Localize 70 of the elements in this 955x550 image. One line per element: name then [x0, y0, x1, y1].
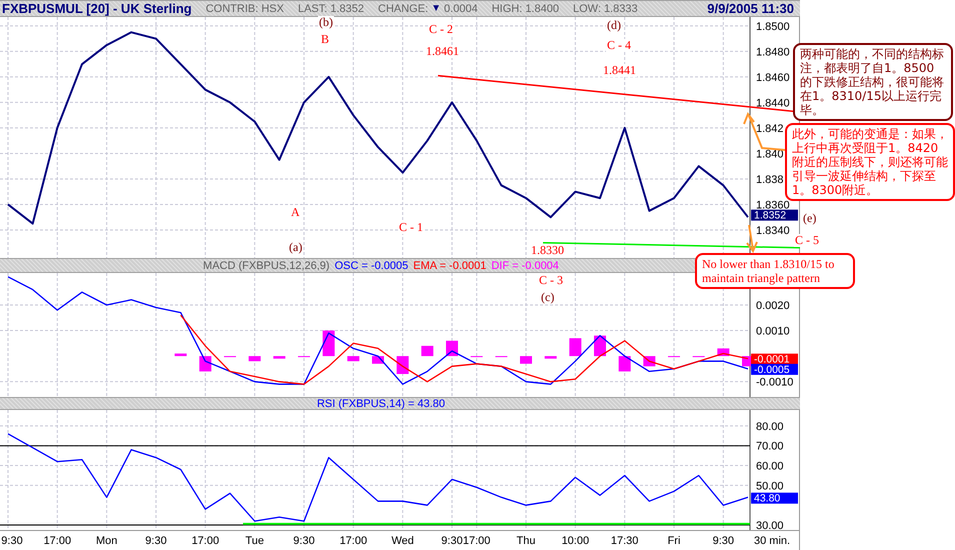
axis-label: 0.0010 [756, 326, 790, 338]
value-tag: -0.0001 [751, 354, 798, 366]
indicator-reading: EMA = -0.0001 [413, 260, 486, 272]
high-price: HIGH: 1.8400 [492, 2, 559, 14]
value-tag: 43.80 [751, 492, 798, 505]
wave-label: (c) [540, 291, 556, 304]
wave-label: (b) [318, 16, 334, 29]
axis-label: Wed [391, 535, 414, 547]
wave-label: 1.8441 [602, 64, 637, 77]
axis-label: 1.840 [756, 148, 784, 160]
axis-label: Fri [668, 535, 680, 547]
axis-label: 30.00 [756, 520, 784, 532]
axis-label: 17:00 [44, 535, 72, 547]
wave-label: 1.8330 [530, 244, 565, 257]
indicator-reading: OSC = -0.0005 [334, 260, 408, 272]
axis-label: -0.0010 [756, 376, 794, 389]
axis-label: 0.0020 [756, 300, 790, 312]
axis-label: 17:00 [340, 535, 368, 547]
axis-label: 1.8460 [756, 72, 790, 84]
axis-label: Tue [245, 535, 264, 547]
indicator-reading: DIF = -0.0004 [491, 260, 559, 272]
wave-label: C - 5 [794, 234, 820, 247]
axis-label: 9:30 [293, 535, 315, 547]
value-tag: -0.0005 [751, 364, 798, 376]
axis-label: 1.8500 [756, 20, 790, 33]
axis-label: 1.8440 [756, 97, 790, 110]
axis-label: 17:00 [192, 535, 220, 547]
axis-label: 9:30 [1, 535, 23, 547]
axis-label: 9:30 [712, 535, 734, 547]
contrib-text: CONTRIB: HSX [206, 2, 284, 14]
axis-label: 30 min. [754, 535, 790, 547]
wave-label: 1.8461 [425, 45, 460, 58]
low-price: LOW: 1.8333 [572, 2, 638, 14]
wave-label: (a) [288, 241, 304, 254]
last-price: LAST: 1.8352 [298, 2, 364, 14]
axis-label: 60.00 [756, 460, 784, 473]
annotation-callout: 两种可能的，不同的结构标注，都表明了自1。8500的下跌修正结构，很可能将在1。8310/15以上运行完毕。 [793, 43, 953, 121]
change-value: 0.0004 [444, 2, 478, 14]
annotation-callout: 此外，可能的变通是：如果，上行中再次受阻于1。8420附近的压制线下，则还将可能引导一波延伸结构，下探至1。8300附近。 [785, 123, 955, 201]
axis-label: 1.8480 [756, 46, 790, 58]
axis-label: 9:30 [145, 535, 167, 547]
axis-label: 9:30 [441, 535, 463, 547]
axis-label: Mon [96, 535, 118, 547]
axis-label: 1.8360 [756, 199, 790, 212]
annotation-callout: No lower than 1.8310/15 to maintain triangle pattern [695, 253, 855, 289]
wave-label: C - 4 [606, 39, 632, 52]
change-label: CHANGE: [378, 2, 428, 14]
axis-label: Thu [516, 535, 536, 547]
wave-label: B [320, 33, 330, 46]
value-tag: 1.8352 [751, 210, 798, 222]
axis-label: 70.00 [756, 440, 784, 453]
axis-label: 10:00 [562, 535, 590, 547]
axis-label: 17:30 [610, 535, 638, 547]
chart-title: FXBPUSMUL [20] - UK Sterling [2, 1, 192, 16]
wave-label: A [290, 206, 301, 219]
axis-label: 50.00 [756, 480, 784, 492]
axis-label: 1.842 [756, 122, 784, 135]
wave-label: (d) [606, 19, 622, 32]
wave-label: C - 1 [398, 221, 424, 234]
wave-label: (e) [802, 212, 818, 225]
date-time: 9/9/2005 11:30 [707, 1, 794, 16]
indicator-title: RSI (FXBPUS,14) = 43.80 [316, 398, 446, 410]
wave-label: C - 2 [428, 23, 454, 36]
axis-label: 17:00 [462, 535, 490, 547]
axis-label: 1.8340 [756, 224, 790, 237]
axis-label: 1.838 [756, 174, 784, 186]
indicator-title: MACD (FXBPUS,12,26,9) [203, 260, 330, 272]
down-arrow-icon: ▼ [431, 3, 442, 14]
wave-label: C - 3 [538, 274, 564, 287]
axis-label: 80.00 [756, 420, 784, 433]
